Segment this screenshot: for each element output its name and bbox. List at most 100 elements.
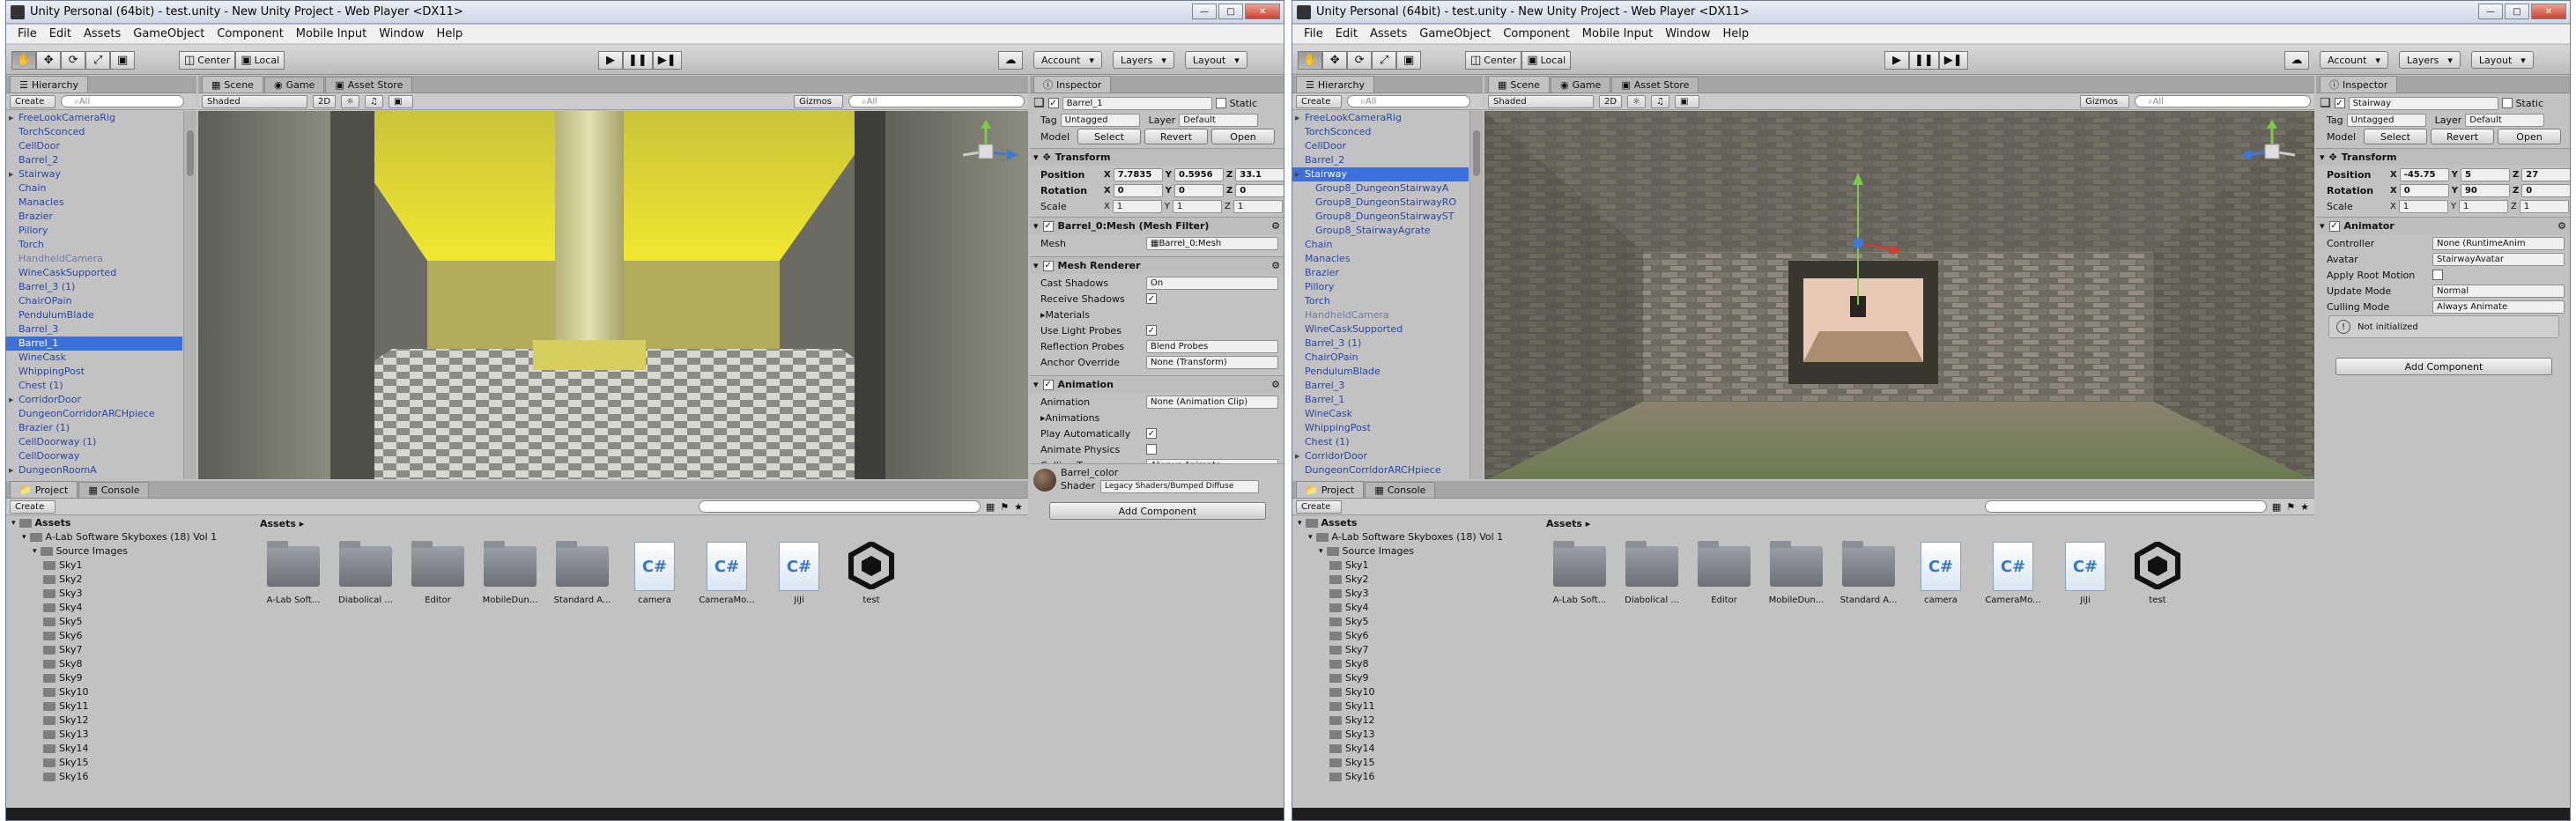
hierarchy-scrollbar[interactable] xyxy=(1469,111,1483,479)
model-revert-button[interactable]: Revert xyxy=(2431,129,2494,144)
hierarchy-scrollbar[interactable] xyxy=(183,111,196,479)
favorite-icon[interactable]: ★ xyxy=(1014,501,1023,513)
tree-item[interactable]: Sky5 xyxy=(6,615,249,629)
hierarchy-item[interactable]: CellDoor xyxy=(1292,139,1469,153)
pause-button[interactable]: ❚❚ xyxy=(623,51,653,70)
row-checkbox[interactable] xyxy=(1146,444,1157,455)
layer-dropdown[interactable]: Default xyxy=(2465,113,2545,127)
hierarchy-item[interactable]: CellDoor xyxy=(6,139,182,153)
row-value-field[interactable]: Blend Probes xyxy=(1146,339,1278,353)
hierarchy-item[interactable]: HandheldCamera xyxy=(6,252,182,266)
hierarchy-item[interactable]: Stairway xyxy=(1292,167,1469,181)
asset-item[interactable]: C# CameraMo... xyxy=(1981,539,2045,605)
filter-label-icon[interactable]: ⚑ xyxy=(2286,501,2295,513)
tree-item[interactable]: Sky4 xyxy=(1292,601,1536,615)
asset-item[interactable]: MobileDun... xyxy=(1765,539,1828,605)
tree-item[interactable]: Sky10 xyxy=(6,685,249,699)
scale-y-field[interactable]: 1 xyxy=(1172,199,1222,213)
tree-item[interactable]: Sky16 xyxy=(6,770,249,784)
component-enabled-checkbox[interactable]: ✓ xyxy=(1042,260,1054,271)
rotate-tool-button[interactable]: ⟳ xyxy=(1347,51,1373,70)
filter-label-icon[interactable]: ⚑ xyxy=(1000,501,1009,513)
mode-2d-toggle[interactable]: 2D xyxy=(313,94,337,108)
breadcrumb[interactable]: Assets ▸ xyxy=(260,518,304,529)
hierarchy-item[interactable]: CellDoorway xyxy=(6,449,182,463)
layout-dropdown[interactable]: Layout ▾ xyxy=(2470,51,2534,69)
hierarchy-item[interactable]: Brazier xyxy=(6,210,182,224)
gear-icon[interactable]: ⚙ xyxy=(1271,379,1280,390)
orientation-gizmo[interactable] xyxy=(954,120,1018,183)
hierarchy-item[interactable]: FreeLookCameraRig xyxy=(1292,111,1469,125)
scene-viewport[interactable] xyxy=(1484,111,2314,479)
tree-item[interactable]: Sky15 xyxy=(1292,756,1536,770)
scene-viewport[interactable] xyxy=(198,111,1028,479)
tab-project[interactable]: 📁 Project xyxy=(10,481,78,498)
tree-item[interactable]: Sky3 xyxy=(6,587,249,601)
tab-project[interactable]: 📁 Project xyxy=(1296,481,1365,498)
hierarchy-item[interactable]: DungeonCorridorARCHpiece xyxy=(6,407,182,421)
hierarchy-item[interactable]: DungeonCorridorARCHpiece xyxy=(1292,463,1469,477)
component-enabled-checkbox[interactable]: ✓ xyxy=(1042,379,1054,390)
menu-edit[interactable]: Edit xyxy=(1329,27,1364,41)
model-select-button[interactable]: Select xyxy=(1077,129,1141,144)
component-header[interactable]: ▾ ✓ Barrel_0:Mesh (Mesh Filter) ⚙ xyxy=(1030,217,1284,234)
hierarchy-item[interactable]: TorchSconced xyxy=(1292,125,1469,139)
play-button[interactable]: ▶ xyxy=(598,51,623,70)
model-select-button[interactable]: Select xyxy=(2364,129,2427,144)
row-value-field[interactable]: ▦Barrel_0:Mesh xyxy=(1146,236,1278,250)
tab-scene[interactable]: ▦ Scene xyxy=(202,76,263,92)
object-name-field[interactable]: Barrel_1 xyxy=(1062,96,1212,110)
close-button[interactable]: ✕ xyxy=(1245,4,1280,19)
minimize-button[interactable]: — xyxy=(2478,4,2503,19)
asset-item[interactable]: test xyxy=(840,539,903,605)
tab-console[interactable]: ▦ Console xyxy=(78,482,150,498)
scene-effects-dropdown[interactable]: ▣ xyxy=(389,94,414,108)
layout-dropdown[interactable]: Layout ▾ xyxy=(1184,51,1247,69)
menu-help[interactable]: Help xyxy=(1717,27,1756,41)
scene-audio-toggle[interactable]: ♫ xyxy=(1651,94,1669,108)
static-checkbox[interactable] xyxy=(2501,98,2513,108)
position-y-field[interactable]: 5 xyxy=(2460,167,2510,181)
menu-component[interactable]: Component xyxy=(1497,27,1575,41)
tree-item[interactable]: ▾ Assets xyxy=(6,516,249,530)
play-button[interactable]: ▶ xyxy=(1884,51,1909,70)
row-value-field[interactable]: Normal xyxy=(2432,284,2565,298)
tree-item[interactable]: Sky14 xyxy=(1292,742,1536,756)
tree-item[interactable]: Sky2 xyxy=(6,573,249,587)
hierarchy-item[interactable]: WineCaskSupported xyxy=(1292,322,1469,337)
asset-item[interactable]: Diabolical ... xyxy=(334,539,397,605)
hierarchy-item[interactable]: Barrel_1 xyxy=(6,337,182,351)
menu-window[interactable]: Window xyxy=(373,27,430,41)
tab-inspector[interactable]: ⓘ Inspector xyxy=(2320,76,2398,92)
transform-header[interactable]: ▾ ✥ Transform xyxy=(1030,148,1284,166)
rotate-tool-button[interactable]: ⟳ xyxy=(61,51,86,70)
static-checkbox[interactable] xyxy=(1215,98,1226,108)
tree-item[interactable]: Sky2 xyxy=(1292,573,1536,587)
tree-item[interactable]: Sky5 xyxy=(1292,615,1536,629)
component-header[interactable]: ▾ ✓ Mesh Renderer ⚙ xyxy=(1030,256,1284,274)
component-header[interactable]: ▾ ✓ Animation ⚙ xyxy=(1030,375,1284,393)
scale-x-field[interactable]: 1 xyxy=(2398,199,2448,213)
hierarchy-item[interactable]: CellDoorway (1) xyxy=(6,435,182,449)
hierarchy-item[interactable]: FreeLookCameraRig xyxy=(6,111,182,125)
rect-tool-button[interactable]: ▣ xyxy=(110,51,136,70)
gear-icon[interactable]: ⚙ xyxy=(1271,260,1280,271)
active-checkbox[interactable]: ✓ xyxy=(1047,98,1059,108)
hierarchy-item[interactable]: HandheldCamera xyxy=(1292,308,1469,322)
hierarchy-item[interactable]: WhippingPost xyxy=(6,365,182,379)
row-value-field[interactable]: Always Animate xyxy=(2432,300,2565,314)
gear-icon[interactable]: ⚙ xyxy=(1271,220,1280,232)
asset-item[interactable]: C# CameraMo... xyxy=(695,539,759,605)
tree-item[interactable]: Sky7 xyxy=(1292,643,1536,657)
asset-item[interactable]: C# camera xyxy=(1909,539,1973,605)
row-value-field[interactable]: None (RuntimeAnim xyxy=(2432,236,2565,250)
row-value-field[interactable]: None (Animation Clip) xyxy=(1146,395,1278,409)
asset-item[interactable]: Standard A... xyxy=(1837,539,1900,605)
hierarchy-item[interactable]: Manacles xyxy=(6,196,182,210)
row-checkbox[interactable] xyxy=(2432,270,2443,280)
rotation-x-field[interactable]: 0 xyxy=(1113,183,1163,197)
tag-dropdown[interactable]: Untagged xyxy=(2346,113,2426,127)
hierarchy-item[interactable]: WineCask xyxy=(6,351,182,365)
hierarchy-item[interactable]: Group8_DungeonStairwayA xyxy=(1292,181,1469,196)
menu-gameobject[interactable]: GameObject xyxy=(1413,27,1497,41)
